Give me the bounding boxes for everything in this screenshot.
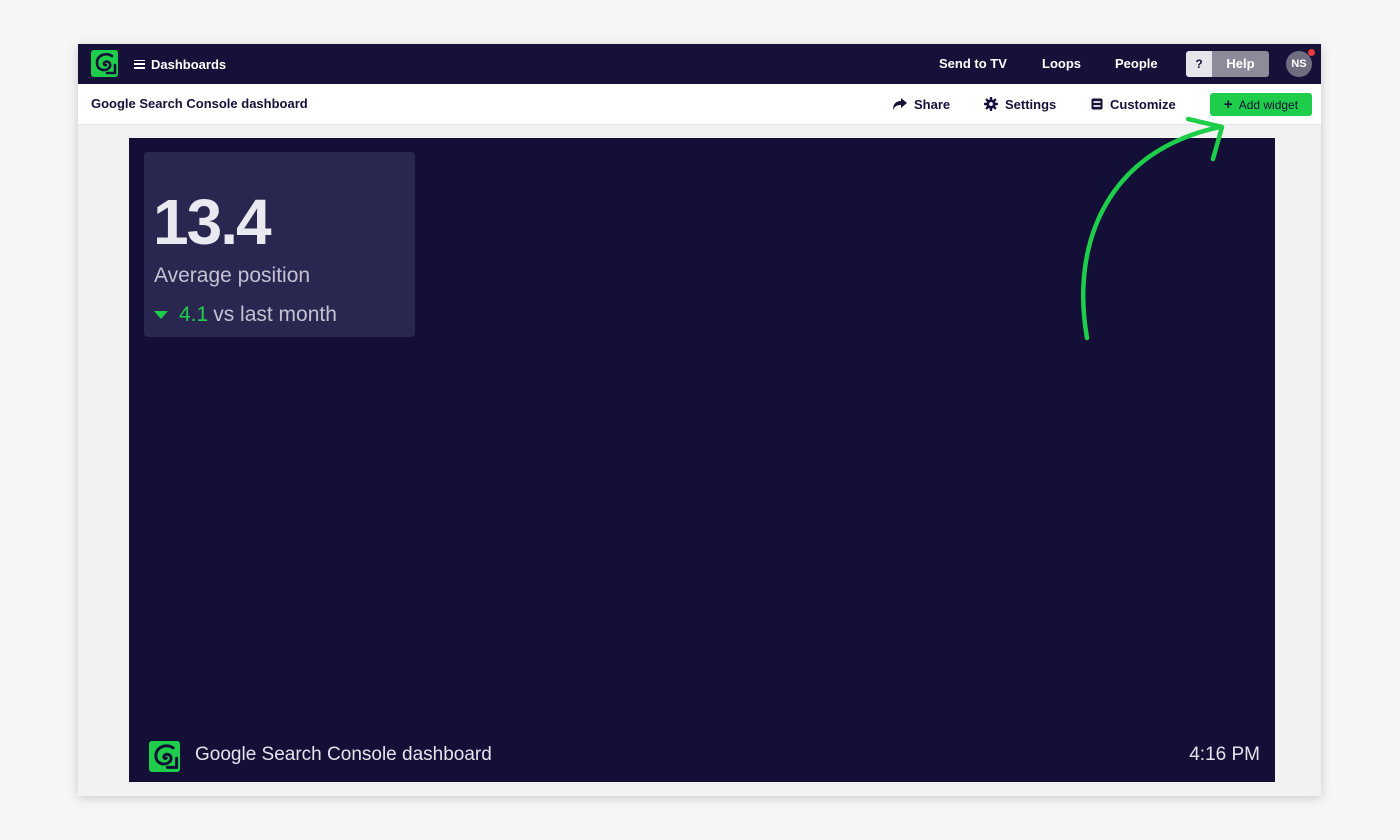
share-label: Share [914, 96, 951, 112]
people-link[interactable]: People [1115, 44, 1158, 84]
customize-label: Customize [1110, 96, 1176, 112]
metric-value: 13.4 [153, 186, 272, 258]
loops-link[interactable]: Loops [1042, 44, 1081, 84]
share-arrow-icon [893, 98, 907, 110]
change-text: vs last month [213, 303, 337, 326]
average-position-widget[interactable]: 13.4 Average position 4.1 vs last month [144, 152, 415, 337]
share-button[interactable]: Share [893, 84, 950, 124]
dashboard-toolbar: Google Search Console dashboard Share Se… [78, 84, 1321, 125]
settings-label: Settings [1005, 96, 1057, 112]
top-navigation-bar: Dashboards Send to TV Loops People ? Hel… [78, 44, 1321, 84]
logo-icon[interactable] [91, 50, 118, 77]
notification-dot [1308, 49, 1315, 56]
help-button[interactable]: ? Help [1186, 51, 1269, 77]
footer-clock: 4:16 PM [1189, 744, 1260, 765]
hamburger-icon [134, 59, 145, 69]
settings-button[interactable]: Settings [984, 84, 1056, 124]
add-widget-button[interactable]: + Add widget [1210, 93, 1312, 116]
dashboards-menu-label: Dashboards [151, 56, 227, 72]
send-to-tv-link[interactable]: Send to TV [939, 44, 1007, 84]
customize-icon [1091, 98, 1103, 110]
page-title: Google Search Console dashboard [91, 96, 308, 111]
down-triangle-icon [154, 311, 168, 319]
metric-label: Average position [154, 264, 311, 287]
app-window: Dashboards Send to TV Loops People ? Hel… [78, 44, 1321, 796]
add-widget-label: Add widget [1238, 97, 1299, 112]
help-label: Help [1212, 51, 1269, 77]
question-mark-icon: ? [1186, 51, 1212, 77]
change-value: 4.1 [179, 303, 209, 326]
gear-icon [984, 97, 998, 111]
footer-logo-icon [149, 741, 180, 772]
dashboards-menu-button[interactable]: Dashboards [134, 44, 226, 84]
plus-icon: + [1223, 96, 1233, 113]
comparison-row: 4.1 vs last month [154, 303, 337, 327]
customize-button[interactable]: Customize [1091, 84, 1176, 124]
dashboard-canvas: 13.4 Average position 4.1 vs last month … [129, 138, 1275, 782]
footer-dashboard-title: Google Search Console dashboard [195, 744, 492, 765]
